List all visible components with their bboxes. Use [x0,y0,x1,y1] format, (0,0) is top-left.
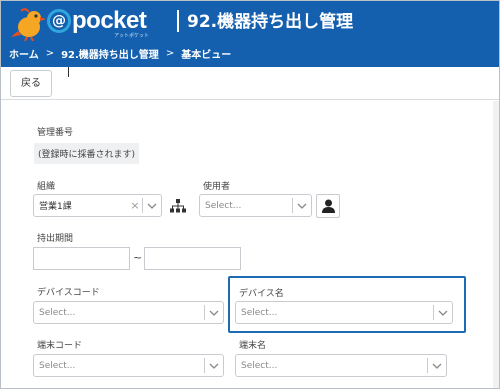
logo-wordmark: pocket [72,7,147,34]
device-code-label: デバイスコード [37,288,100,298]
chevron-down-icon[interactable] [434,302,452,323]
management-number-label: 管理番号 [37,128,74,138]
header-divider [177,10,179,32]
terminal-code-label: 端末コード [37,341,83,351]
scrollbar[interactable] [493,101,499,388]
person-icon[interactable] [316,194,340,218]
device-code-select[interactable]: Select... [33,301,224,324]
period-label: 持出期間 [37,234,74,244]
breadcrumb-app[interactable]: 92.機器持ち出し管理 [61,46,159,61]
chevron-down-icon[interactable] [205,302,223,323]
text-cursor [68,67,69,77]
terminal-name-label: 端末名 [239,341,267,351]
organization-value: 営業1課 [39,202,72,212]
breadcrumb-separator: > [45,48,55,59]
device-name-select[interactable]: Select... [235,301,453,324]
breadcrumb-separator: > [165,48,175,59]
back-button[interactable]: 戻る [10,70,52,97]
device-code-placeholder: Select... [39,307,76,318]
breadcrumb-view: 基本ビュー [181,50,232,61]
user-select[interactable]: Select... [199,194,312,217]
user-placeholder: Select... [205,200,242,211]
header-bar: @ pocket アットポケット 92.機器持ち出し管理 ホーム > 92.機器… [1,1,499,67]
page-title: 92.機器持ち出し管理 [187,12,354,32]
clear-icon[interactable]: × [128,199,142,212]
chevron-down-icon[interactable] [205,355,223,376]
device-name-placeholder: Select... [241,307,278,318]
chevron-down-icon[interactable] [143,195,161,216]
management-number-value: (登録時に採番されます) [34,143,140,164]
terminal-code-placeholder: Select... [39,360,76,371]
app-logo[interactable]: @ pocket アットポケット [9,7,169,41]
logo-at-mark: @ [47,9,71,33]
period-start-input[interactable] [33,247,130,270]
bird-logo-icon [11,8,46,41]
breadcrumb: ホーム > 92.機器持ち出し管理 > 基本ビュー [9,46,231,61]
period-separator: ~ [133,251,143,264]
app-window: @ pocket アットポケット 92.機器持ち出し管理 ホーム > 92.機器… [0,0,500,389]
organization-select[interactable]: 営業1課 × [33,194,162,217]
terminal-name-select[interactable]: Select... [235,354,447,377]
user-label: 使用者 [203,182,231,192]
breadcrumb-home[interactable]: ホーム [9,46,39,61]
chevron-down-icon[interactable] [428,355,446,376]
device-name-label: デバイス名 [239,289,284,299]
logo-subtitle: アットポケット [114,33,150,39]
toolbar: 戻る [1,67,499,100]
terminal-name-placeholder: Select... [241,360,278,371]
period-end-input[interactable] [144,247,241,270]
org-tree-icon[interactable] [167,195,189,217]
organization-label: 組織 [37,182,56,192]
terminal-code-select[interactable]: Select... [33,354,224,377]
chevron-down-icon[interactable] [293,195,311,216]
